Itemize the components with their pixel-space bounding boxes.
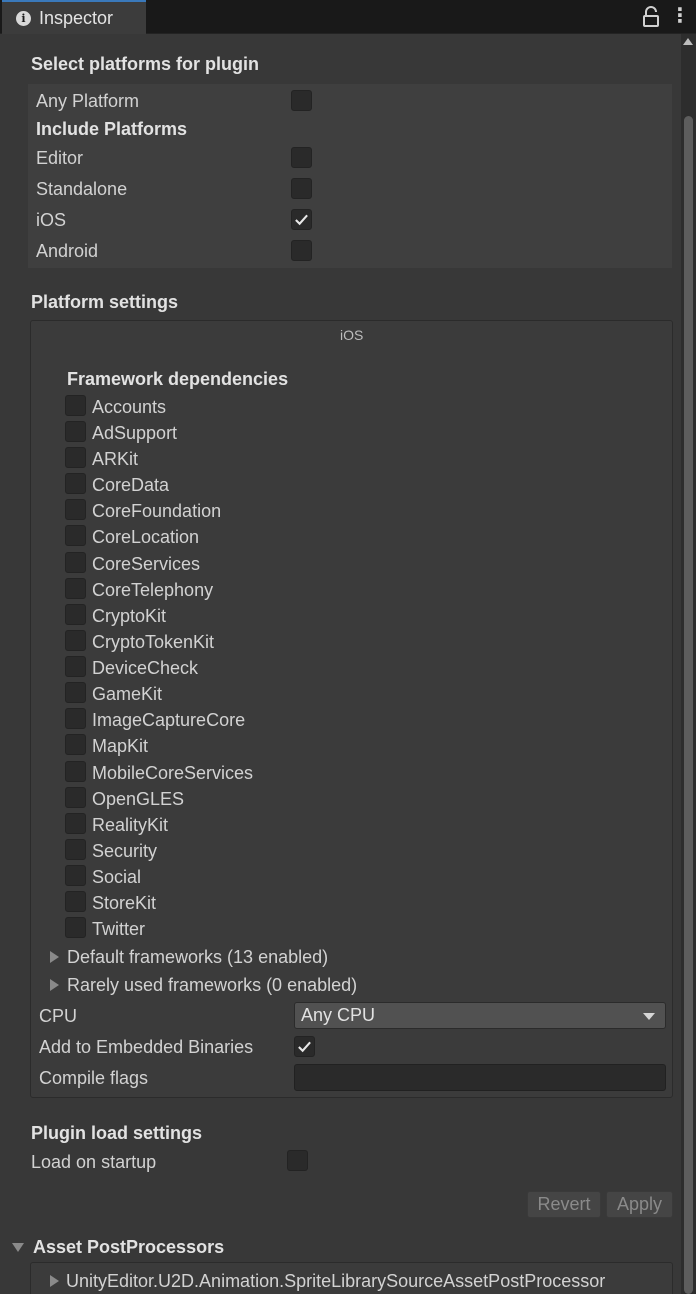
tab-bar: i Inspector ⋮ — [0, 0, 696, 34]
framework-checkbox-mobilecoreservices[interactable] — [65, 761, 86, 782]
framework-label: MobileCoreServices — [92, 763, 254, 783]
plugin-load-settings-title: Plugin load settings — [31, 1123, 203, 1143]
any-platform-checkbox[interactable] — [291, 90, 312, 111]
triangle-right-icon[interactable] — [50, 1275, 59, 1287]
scroll-up-arrow-icon[interactable] — [683, 38, 693, 45]
any-platform-label: Any Platform — [36, 91, 140, 111]
framework-label: GameKit — [92, 684, 163, 704]
inspector-window: i Inspector ⋮ Select platforms for plugi… — [0, 0, 696, 1294]
framework-checkbox-social[interactable] — [65, 865, 86, 886]
framework-checkbox-cryptotokenkit[interactable] — [65, 630, 86, 651]
platform-settings-title: Platform settings — [31, 292, 179, 312]
select-platforms-title: Select platforms for plugin — [31, 54, 260, 74]
checkmark-icon — [295, 214, 308, 226]
framework-label: Twitter — [92, 919, 146, 939]
framework-checkbox-coretelephony[interactable] — [65, 578, 86, 599]
include-platforms-title: Include Platforms — [36, 119, 188, 139]
framework-checkbox-devicecheck[interactable] — [65, 656, 86, 677]
framework-checkbox-accounts[interactable] — [65, 395, 86, 416]
triangle-down-icon[interactable] — [12, 1243, 24, 1252]
compile-flags-label: Compile flags — [39, 1068, 149, 1088]
embedded-binaries-checkbox[interactable] — [294, 1036, 315, 1057]
revert-button[interactable]: Revert — [527, 1191, 601, 1218]
load-on-startup-label: Load on startup — [31, 1152, 157, 1172]
triangle-right-icon[interactable] — [50, 979, 59, 991]
framework-checkbox-adsupport[interactable] — [65, 421, 86, 442]
framework-label: CoreTelephony — [92, 580, 214, 600]
platform-label-ios: iOS — [36, 210, 67, 230]
asset-postprocessors-title[interactable]: Asset PostProcessors — [33, 1237, 224, 1258]
framework-checkbox-security[interactable] — [65, 839, 86, 860]
platform-checkbox-android[interactable] — [291, 240, 312, 261]
platform-tab-ios[interactable]: iOS — [340, 327, 363, 343]
checkmark-icon — [298, 1041, 311, 1053]
framework-checkbox-imagecapturecore[interactable] — [65, 708, 86, 729]
triangle-right-icon[interactable] — [50, 951, 59, 963]
framework-checkbox-cryptokit[interactable] — [65, 604, 86, 625]
framework-label: CoreServices — [92, 554, 201, 574]
framework-label: CryptoTokenKit — [92, 632, 215, 652]
framework-label: CoreLocation — [92, 527, 200, 547]
framework-label: CryptoKit — [92, 606, 167, 626]
framework-label: Social — [92, 867, 142, 887]
framework-checkbox-twitter[interactable] — [65, 917, 86, 938]
framework-label: CoreData — [92, 475, 170, 495]
framework-label: ImageCaptureCore — [92, 710, 246, 730]
framework-label: DeviceCheck — [92, 658, 199, 678]
platform-checkbox-standalone[interactable] — [291, 178, 312, 199]
framework-label: CoreFoundation — [92, 501, 222, 521]
framework-label: Security — [92, 841, 158, 861]
info-icon: i — [16, 10, 31, 26]
framework-checkbox-coredata[interactable] — [65, 473, 86, 494]
rare-frameworks-foldout[interactable]: Rarely used frameworks (0 enabled) — [67, 975, 357, 996]
framework-checkbox-coreservices[interactable] — [65, 552, 86, 573]
framework-label: Accounts — [92, 397, 167, 417]
cpu-label: CPU — [39, 1006, 78, 1026]
kebab-menu-icon[interactable]: ⋮ — [670, 6, 690, 28]
framework-label: OpenGLES — [92, 789, 185, 809]
cpu-dropdown[interactable]: Any CPU — [294, 1002, 666, 1029]
framework-label: StoreKit — [92, 893, 157, 913]
framework-checkbox-corelocation[interactable] — [65, 525, 86, 546]
platform-checkbox-editor[interactable] — [291, 147, 312, 168]
framework-checkbox-arkit[interactable] — [65, 447, 86, 468]
framework-label: ARKit — [92, 449, 139, 469]
framework-checkbox-realitykit[interactable] — [65, 813, 86, 834]
platform-label-standalone: Standalone — [36, 179, 128, 199]
framework-checkbox-storekit[interactable] — [65, 891, 86, 912]
tab-inspector[interactable]: i Inspector — [2, 0, 146, 34]
postprocessor-item[interactable]: UnityEditor.U2D.Animation.SpriteLibraryS… — [66, 1271, 605, 1292]
framework-label: RealityKit — [92, 815, 169, 835]
scrollbar-thumb[interactable] — [684, 116, 693, 1294]
compile-flags-input[interactable] — [294, 1064, 666, 1091]
platform-label-editor: Editor — [36, 148, 84, 168]
apply-button[interactable]: Apply — [606, 1191, 673, 1218]
framework-label: MapKit — [92, 736, 149, 756]
framework-checkbox-corefoundation[interactable] — [65, 499, 86, 520]
default-frameworks-foldout[interactable]: Default frameworks (13 enabled) — [67, 947, 328, 968]
embedded-binaries-label: Add to Embedded Binaries — [39, 1037, 254, 1057]
framework-checkbox-mapkit[interactable] — [65, 734, 86, 755]
framework-dependencies-title: Framework dependencies — [67, 369, 289, 389]
framework-checkbox-gamekit[interactable] — [65, 682, 86, 703]
lock-icon[interactable] — [642, 6, 660, 28]
framework-checkbox-opengles[interactable] — [65, 787, 86, 808]
load-on-startup-checkbox[interactable] — [287, 1150, 308, 1171]
caret-down-icon — [643, 1013, 655, 1020]
tab-title: Inspector — [39, 7, 114, 28]
cpu-dropdown-value: Any CPU — [301, 1005, 376, 1025]
framework-label: AdSupport — [92, 423, 178, 443]
platform-checkbox-ios[interactable] — [291, 209, 312, 230]
platform-label-android: Android — [36, 241, 99, 261]
